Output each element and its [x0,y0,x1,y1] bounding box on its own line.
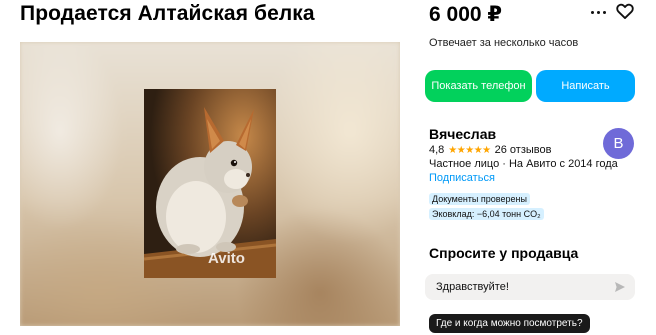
seller-rating-row[interactable]: 4,8 ★★★★★ 26 отзывов [429,144,551,156]
eco-contribution-badge[interactable]: Эковклад: −6,04 тонн CO₂ [429,208,544,220]
listing-photo[interactable]: Avito [144,89,276,278]
rating-value: 4,8 [429,144,445,156]
reviews-count[interactable]: 26 отзывов [495,144,552,156]
avito-watermark: Avito [208,250,245,267]
seller-info: Частное лицо · На Авито с 2014 года [429,158,618,170]
listing-title: Продается Алтайская белка [20,2,315,25]
reply-time-text: Отвечает за несколько часов [429,37,579,49]
rating-stars-icon: ★★★★★ [448,144,491,156]
avatar[interactable]: В [603,128,634,159]
message-input[interactable] [425,274,635,300]
show-phone-button[interactable]: Показать телефон [425,70,532,102]
listing-price: 6 000 ₽ [429,3,502,26]
heart-icon[interactable] [615,1,635,21]
documents-verified-badge: Документы проверены [429,193,530,205]
seller-name[interactable]: Вячеслав [429,126,496,142]
subscribe-link[interactable]: Подписаться [429,172,495,184]
quick-reply-chip[interactable]: Где и когда можно посмотреть? [429,314,590,333]
more-options-icon[interactable] [588,4,608,20]
write-message-button[interactable]: Написать [536,70,635,102]
photo-gallery[interactable]: Avito [20,42,400,326]
ask-seller-heading: Спросите у продавца [429,245,579,261]
send-icon[interactable] [614,281,626,293]
